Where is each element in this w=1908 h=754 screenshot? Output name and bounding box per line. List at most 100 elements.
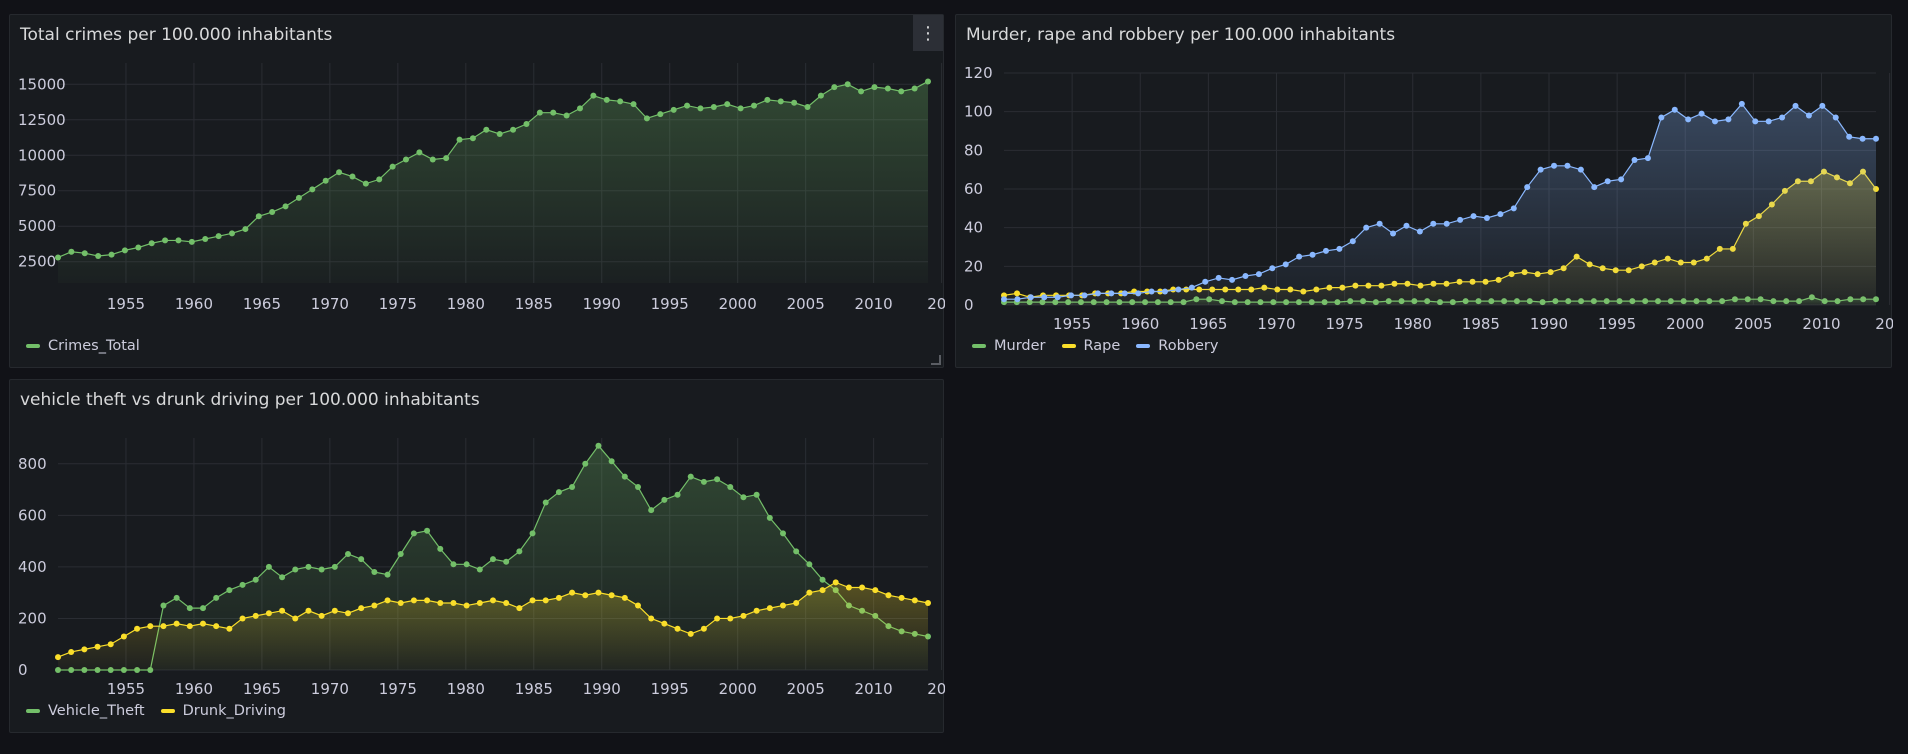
data-point[interactable] bbox=[1202, 278, 1209, 285]
data-point[interactable] bbox=[1242, 273, 1249, 279]
data-point[interactable] bbox=[424, 597, 431, 604]
data-point[interactable] bbox=[657, 111, 664, 118]
data-point[interactable] bbox=[1349, 238, 1356, 245]
data-point[interactable] bbox=[630, 101, 637, 108]
data-point[interactable] bbox=[1014, 296, 1021, 303]
data-point[interactable] bbox=[173, 594, 180, 601]
data-point[interactable] bbox=[135, 244, 142, 251]
data-point[interactable] bbox=[450, 599, 457, 606]
data-point[interactable] bbox=[1255, 271, 1262, 278]
data-point[interactable] bbox=[1577, 166, 1584, 173]
data-point[interactable] bbox=[550, 109, 557, 116]
data-point[interactable] bbox=[443, 155, 450, 162]
data-point[interactable] bbox=[213, 623, 220, 630]
data-point[interactable] bbox=[1054, 294, 1061, 301]
data-point[interactable] bbox=[1309, 251, 1316, 258]
data-point[interactable] bbox=[81, 646, 88, 653]
data-point[interactable] bbox=[555, 594, 562, 601]
data-point[interactable] bbox=[134, 625, 141, 632]
data-point[interactable] bbox=[635, 483, 641, 490]
data-point[interactable] bbox=[1108, 290, 1115, 297]
data-point[interactable] bbox=[674, 625, 681, 632]
data-point[interactable] bbox=[1363, 224, 1370, 231]
data-point[interactable] bbox=[1779, 114, 1786, 121]
data-point[interactable] bbox=[162, 237, 169, 244]
data-point[interactable] bbox=[1725, 116, 1732, 123]
legend-item-drunk_driving[interactable]: Drunk_Driving bbox=[160, 703, 286, 719]
legend-item-crimes_total[interactable]: Crimes_Total bbox=[26, 338, 140, 354]
data-point[interactable] bbox=[791, 99, 798, 106]
chart-murder-rape-robbery[interactable]: 0 20 40 60 80 100 120 1955 1960 1965 1970 1975 1980 1… bbox=[956, 15, 1893, 369]
data-point[interactable] bbox=[1859, 135, 1866, 142]
data-point[interactable] bbox=[108, 251, 115, 258]
data-point[interactable] bbox=[1698, 110, 1705, 117]
data-point[interactable] bbox=[898, 88, 905, 95]
data-point[interactable] bbox=[463, 602, 470, 609]
data-point[interactable] bbox=[384, 597, 391, 604]
data-point[interactable] bbox=[331, 563, 338, 570]
data-point[interactable] bbox=[1470, 213, 1477, 220]
data-point[interactable] bbox=[542, 597, 549, 604]
data-point[interactable] bbox=[1322, 247, 1329, 254]
data-point[interactable] bbox=[503, 599, 510, 606]
data-point[interactable] bbox=[727, 483, 734, 490]
data-point[interactable] bbox=[305, 607, 312, 614]
data-point[interactable] bbox=[483, 126, 490, 133]
data-point[interactable] bbox=[476, 599, 483, 606]
data-point[interactable] bbox=[1752, 118, 1759, 125]
data-point[interactable] bbox=[371, 569, 378, 576]
data-point[interactable] bbox=[764, 96, 771, 103]
data-point[interactable] bbox=[670, 106, 677, 113]
data-point[interactable] bbox=[1416, 228, 1423, 235]
data-point[interactable] bbox=[1121, 290, 1128, 297]
data-point[interactable] bbox=[1631, 157, 1638, 163]
data-point[interactable] bbox=[175, 237, 182, 244]
data-point[interactable] bbox=[710, 104, 717, 110]
data-point[interactable] bbox=[1376, 220, 1383, 227]
data-point[interactable] bbox=[777, 98, 784, 105]
data-point[interactable] bbox=[819, 587, 826, 594]
data-point[interactable] bbox=[213, 594, 220, 601]
data-point[interactable] bbox=[766, 514, 773, 521]
data-point[interactable] bbox=[793, 548, 800, 555]
data-point[interactable] bbox=[1403, 222, 1410, 229]
data-point[interactable] bbox=[148, 240, 155, 247]
data-point[interactable] bbox=[1443, 220, 1450, 227]
data-point[interactable] bbox=[793, 599, 800, 606]
data-point[interactable] bbox=[147, 623, 154, 630]
data-point[interactable] bbox=[345, 551, 351, 557]
data-point[interactable] bbox=[555, 489, 562, 496]
data-point[interactable] bbox=[450, 561, 457, 568]
data-point[interactable] bbox=[269, 209, 276, 216]
data-point[interactable] bbox=[255, 213, 262, 220]
data-point[interactable] bbox=[188, 238, 195, 245]
data-point[interactable] bbox=[200, 620, 206, 627]
data-point[interactable] bbox=[1081, 292, 1088, 299]
data-point[interactable] bbox=[523, 121, 530, 128]
data-point[interactable] bbox=[1282, 261, 1289, 268]
data-point[interactable] bbox=[469, 135, 476, 142]
data-point[interactable] bbox=[832, 579, 839, 586]
data-point[interactable] bbox=[239, 615, 246, 622]
data-point[interactable] bbox=[700, 478, 707, 485]
data-point[interactable] bbox=[120, 633, 127, 640]
data-point[interactable] bbox=[817, 92, 824, 99]
data-point[interactable] bbox=[1537, 166, 1544, 173]
data-point[interactable] bbox=[476, 566, 483, 573]
data-point[interactable] bbox=[55, 654, 61, 661]
legend-item-murder[interactable]: Murder bbox=[972, 338, 1046, 354]
data-point[interactable] bbox=[68, 648, 75, 655]
data-point[interactable] bbox=[1712, 118, 1719, 125]
data-point[interactable] bbox=[437, 545, 444, 552]
data-point[interactable] bbox=[885, 592, 892, 599]
data-point[interactable] bbox=[265, 610, 272, 617]
data-point[interactable] bbox=[318, 566, 325, 573]
data-point[interactable] bbox=[859, 584, 866, 591]
data-point[interactable] bbox=[1094, 290, 1101, 297]
legend-item-rape[interactable]: Rape bbox=[1061, 338, 1120, 354]
data-point[interactable] bbox=[295, 194, 302, 201]
data-point[interactable] bbox=[1524, 184, 1531, 191]
data-point[interactable] bbox=[1188, 284, 1195, 291]
data-point[interactable] bbox=[844, 81, 851, 88]
data-point[interactable] bbox=[635, 602, 641, 609]
